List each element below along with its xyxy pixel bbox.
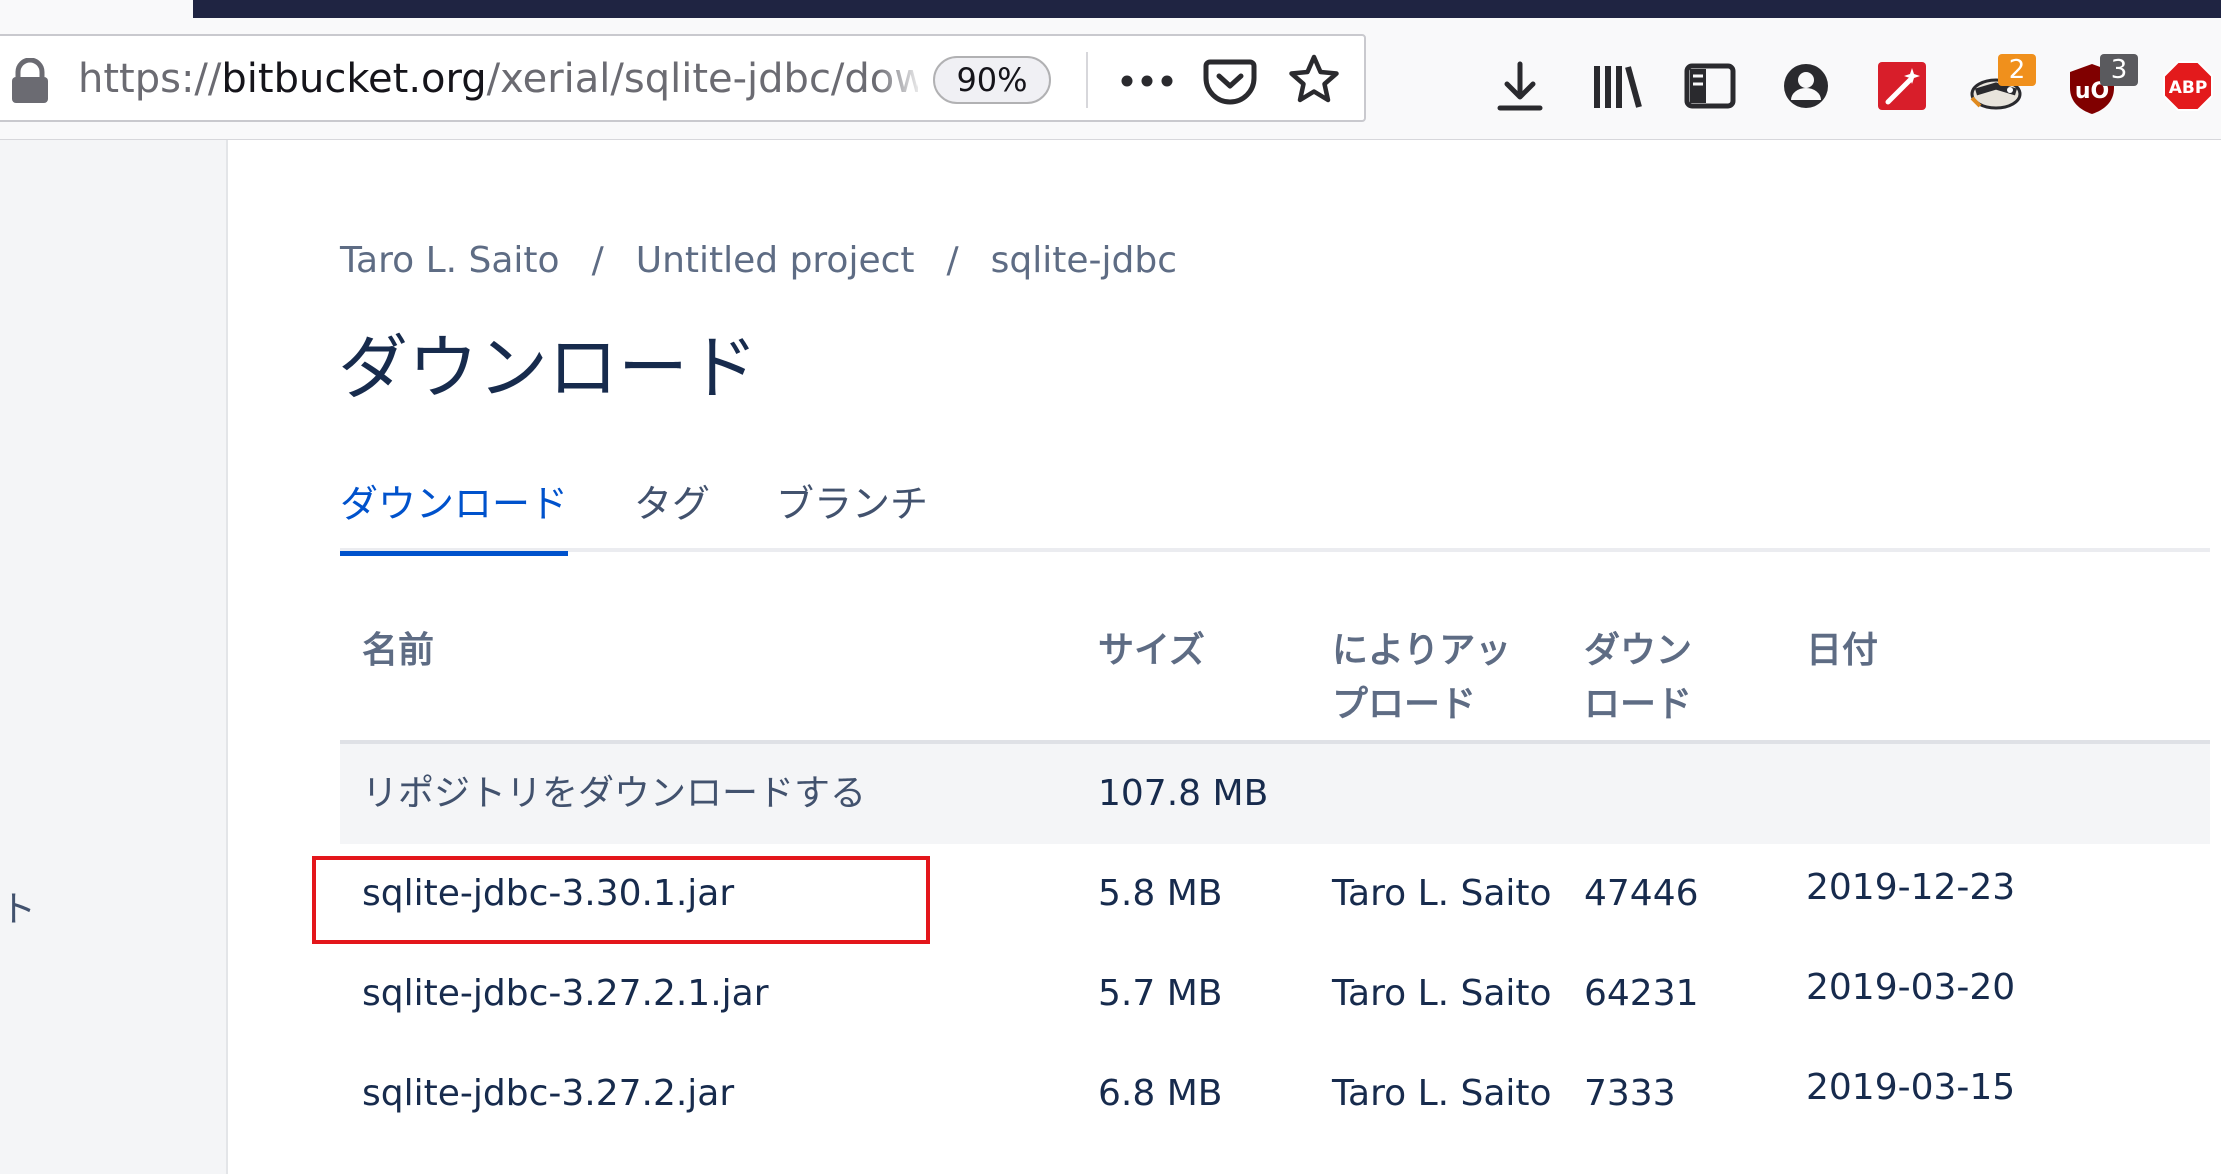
file-date: 2019-03-15 <box>1806 1067 2016 1108</box>
file-size: 5.7 MB <box>1098 973 1223 1014</box>
lock-icon[interactable] <box>8 58 52 104</box>
table-row: sqlite-jdbc-3.27.2.1.jar 5.7 MB Taro L. … <box>340 944 2210 1044</box>
breadcrumb-owner[interactable]: Taro L. Saito <box>340 240 560 281</box>
column-header-uploader-line1: によりアッ <box>1332 630 1512 671</box>
window-top-strip <box>0 0 2221 18</box>
file-date: 2019-03-20 <box>1806 967 2016 1008</box>
repository-download-row[interactable]: リポジトリをダウンロードする 107.8 MB <box>340 744 2210 844</box>
file-download-link[interactable]: sqlite-jdbc-3.27.2.jar <box>362 1044 734 1144</box>
account-icon[interactable] <box>1776 56 1836 116</box>
url-prefix: https:// <box>78 56 222 102</box>
adblock-label: ABP <box>2169 78 2208 98</box>
breadcrumb: Taro L. Saito / Untitled project / sqlit… <box>340 240 1177 281</box>
project-sidebar: ト <box>0 140 228 1174</box>
urlbar-divider <box>1086 52 1088 108</box>
zoom-level-button[interactable]: 90% <box>933 56 1051 104</box>
library-icon[interactable] <box>1586 56 1646 116</box>
file-download-link[interactable]: sqlite-jdbc-3.27.2.1.jar <box>362 944 769 1044</box>
column-header-downloads[interactable]: ダウン ロード <box>1584 624 1692 732</box>
file-size: 5.8 MB <box>1098 873 1223 914</box>
file-uploader: Taro L. Saito <box>1332 873 1552 914</box>
column-header-name[interactable]: 名前 <box>362 624 434 678</box>
breadcrumb-repository[interactable]: sqlite-jdbc <box>991 240 1177 281</box>
ublock-badge: 3 <box>2100 54 2138 86</box>
tab-branches[interactable]: ブランチ <box>776 478 928 552</box>
column-header-downloads-line1: ダウン <box>1584 630 1693 671</box>
file-download-count: 64231 <box>1584 973 1699 1014</box>
pocket-icon[interactable] <box>1202 52 1258 108</box>
url-fade <box>876 46 926 112</box>
tab-downloads[interactable]: ダウンロード <box>340 478 569 556</box>
breadcrumb-separator: / <box>946 240 959 281</box>
file-size: 6.8 MB <box>1098 1073 1223 1114</box>
file-uploader: Taro L. Saito <box>1332 1073 1552 1114</box>
file-uploader: Taro L. Saito <box>1332 973 1552 1014</box>
column-header-downloads-line2: ロード <box>1584 684 1693 725</box>
file-date: 2019-12-23 <box>1806 867 2016 908</box>
breadcrumb-project[interactable]: Untitled project <box>636 240 915 281</box>
redirector-badge: 2 <box>1998 54 2036 86</box>
column-header-uploader-line2: プロード <box>1332 684 1477 725</box>
tab-tags[interactable]: タグ <box>634 478 710 552</box>
address-bar[interactable]: https://bitbucket.org/xerial/sqlite-jdbc… <box>0 34 1366 122</box>
sidebar-toggle-icon[interactable] <box>1680 56 1740 116</box>
highlight-annotation-box <box>312 856 930 944</box>
url-text[interactable]: https://bitbucket.org/xerial/sqlite-jdbc… <box>78 54 918 104</box>
repository-size: 107.8 MB <box>1098 773 1269 814</box>
bookmark-star-icon[interactable] <box>1286 52 1342 108</box>
file-download-count: 47446 <box>1584 873 1699 914</box>
table-row: sqlite-jdbc-3.27.2.jar 6.8 MB Taro L. Sa… <box>340 1044 2210 1144</box>
column-header-size[interactable]: サイズ <box>1098 624 1205 678</box>
page-actions-icon[interactable] <box>1118 58 1176 104</box>
page-title: ダウンロード <box>338 327 758 409</box>
adblock-plus-icon[interactable]: ABP <box>2158 56 2218 116</box>
tab-bar: ダウンロード タグ ブランチ <box>340 478 2210 556</box>
downloads-icon[interactable] <box>1490 56 1550 116</box>
browser-toolbar: https://bitbucket.org/xerial/sqlite-jdbc… <box>0 18 2221 140</box>
url-host: bitbucket.org <box>221 56 487 102</box>
magic-wand-extension-icon[interactable] <box>1872 56 1932 116</box>
file-download-count: 7333 <box>1584 1073 1676 1114</box>
breadcrumb-separator: / <box>591 240 604 281</box>
column-header-date[interactable]: 日付 <box>1806 624 1878 678</box>
url-path: /xerial/sqlite-jdbc/downl <box>486 56 918 102</box>
repository-download-link[interactable]: リポジトリをダウンロードする <box>362 744 866 844</box>
tab-strip <box>193 0 2221 18</box>
column-header-uploader[interactable]: によりアッ プロード <box>1332 624 1511 732</box>
sidebar-item-fragment[interactable]: ト <box>0 880 36 932</box>
